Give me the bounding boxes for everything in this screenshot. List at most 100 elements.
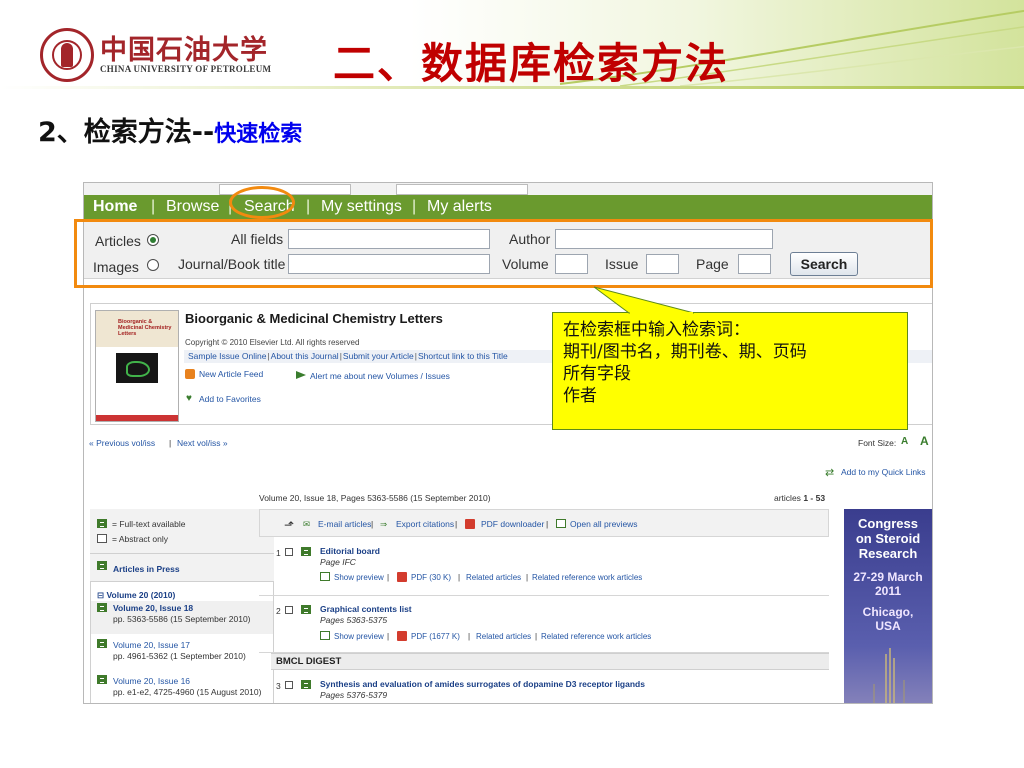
previous-vol-link[interactable]: « Previous vol/iss	[89, 438, 155, 448]
show-preview-link[interactable]: Show preview	[334, 573, 384, 582]
full-text-icon	[97, 675, 107, 684]
related-articles-link[interactable]: Related articles	[466, 573, 521, 582]
add-favorites-link[interactable]: Add to Favorites	[199, 394, 261, 404]
issue-16-link[interactable]: Volume 20, Issue 16	[113, 676, 190, 686]
ad-line: Research	[858, 546, 918, 561]
journal-cover-image[interactable]: Bioorganic & Medicinal Chemistry Letters	[95, 310, 179, 422]
nav-separator: |	[412, 198, 417, 215]
subtitle-highlight: 快速检索	[214, 122, 303, 147]
article-pages: Page IFC	[320, 557, 356, 567]
nav-browse[interactable]: Browse	[166, 198, 219, 216]
full-text-icon	[301, 547, 311, 556]
cover-title: Bioorganic & Medicinal Chemistry Letters	[118, 319, 172, 337]
skyline-graphic	[873, 648, 905, 703]
export-citations-link[interactable]: Export citations	[396, 519, 454, 529]
volume-header[interactable]: ⊟ Volume 20 (2010)	[97, 590, 175, 601]
pdf-icon	[465, 519, 475, 529]
search-tab-highlight	[229, 186, 295, 219]
font-decrease-button[interactable]: A	[901, 436, 908, 447]
toolbar-separator: |	[546, 519, 549, 529]
pdf-downloader-link[interactable]: PDF downloader	[481, 519, 544, 529]
link-about-journal[interactable]: About this Journal	[271, 351, 339, 361]
nav-bar: Home | Browse | Search | My settings | M…	[84, 195, 932, 219]
show-preview-link[interactable]: Show preview	[334, 632, 384, 641]
journal-title[interactable]: Bioorganic & Medicinal Chemistry Letters	[185, 311, 443, 326]
ad-line: Chicago,	[862, 605, 914, 619]
full-text-icon	[97, 639, 107, 648]
articles-range: 1 - 53	[803, 493, 826, 503]
arrow-icon: ⬏	[284, 518, 295, 532]
pdf-link[interactable]: PDF (1677 K)	[411, 632, 460, 641]
toolbar-separator: |	[371, 519, 374, 529]
issue-18-detail: pp. 5363-5586 (15 September 2010)	[113, 614, 251, 624]
callout-line: 作者	[563, 386, 597, 406]
section-header: BMCL DIGEST	[271, 653, 829, 670]
callout-line: 期刊/图书名，期刊卷、期、页码	[563, 342, 807, 362]
pager-separator: |	[169, 438, 172, 448]
nav-my-alerts[interactable]: My alerts	[427, 198, 492, 216]
articles-prefix: articles	[774, 493, 801, 503]
preview-icon	[320, 631, 330, 640]
abstract-icon	[97, 534, 107, 543]
email-icon: ✉	[303, 519, 311, 529]
issue-summary: Volume 20, Issue 18, Pages 5363-5586 (15…	[259, 493, 491, 503]
new-article-feed-link[interactable]: New Article Feed	[199, 369, 263, 379]
issue-16-detail: pp. e1-e2, 4725-4960 (15 August 2010)	[113, 687, 262, 697]
email-articles-link[interactable]: E-mail articles	[318, 519, 371, 529]
alert-volumes-link[interactable]: Alert me about new Volumes / Issues	[310, 371, 450, 381]
issue-17-detail: pp. 4961-5362 (1 September 2010)	[113, 651, 246, 661]
slide-subtitle: 2、检索方法--快速检索	[38, 110, 302, 149]
related-reference-link[interactable]: Related reference work articles	[541, 632, 651, 641]
add-quick-links-link[interactable]: Add to my Quick Links	[841, 467, 926, 477]
search-panel-highlight	[74, 219, 933, 288]
congress-ad-banner[interactable]: Congress on Steroid Research 27-29 March…	[844, 509, 932, 703]
articles-count: articles 1 - 53	[774, 493, 825, 503]
link-shortcut[interactable]: Shortcut link to this Title	[418, 351, 508, 361]
link-sample-issue[interactable]: Sample Issue Online	[188, 351, 266, 361]
full-text-icon	[97, 603, 107, 612]
article-pages: Pages 5363-5375	[320, 615, 388, 625]
annotation-callout: 在检索框中输入检索词： 期刊/图书名，期刊卷、期、页码 所有字段 作者	[552, 312, 908, 430]
subtitle-prefix: 2、检索方法--	[38, 117, 215, 148]
nav-my-settings[interactable]: My settings	[321, 198, 402, 216]
slide-title: 二、数据库检索方法	[333, 39, 730, 88]
legend-abstract: = Abstract only	[112, 534, 168, 544]
article-number: 2	[276, 606, 281, 616]
university-name-en: CHINA UNIVERSITY OF PETROLEUM	[100, 64, 272, 74]
next-vol-link[interactable]: Next vol/iss »	[177, 438, 228, 448]
related-reference-link[interactable]: Related reference work articles	[532, 573, 642, 582]
volume-header-label: Volume 20 (2010)	[106, 590, 176, 600]
article-checkbox[interactable]	[285, 681, 293, 689]
full-text-icon	[301, 605, 311, 614]
full-text-icon	[97, 519, 107, 528]
article-number: 1	[276, 548, 281, 558]
article-checkbox[interactable]	[285, 606, 293, 614]
open-all-previews-link[interactable]: Open all previews	[570, 519, 638, 529]
action-separator: |	[468, 632, 471, 641]
issue-17-link[interactable]: Volume 20, Issue 17	[113, 640, 190, 650]
issue-18-link[interactable]: Volume 20, Issue 18	[113, 603, 193, 613]
nav-home[interactable]: Home	[93, 198, 137, 216]
link-submit-article[interactable]: Submit your Article	[343, 351, 414, 361]
toolbar-separator: |	[455, 519, 458, 529]
collapse-icon: ⊟	[97, 590, 105, 600]
nav-separator: |	[306, 198, 311, 215]
university-name-cn: 中国石油大学	[100, 35, 268, 66]
rss-icon	[185, 369, 195, 379]
ad-line: Congress	[858, 516, 918, 531]
font-size-label: Font Size:	[858, 438, 897, 448]
related-articles-link[interactable]: Related articles	[476, 632, 531, 641]
action-separator: |	[535, 632, 538, 641]
article-title-link[interactable]: Editorial board	[320, 546, 380, 556]
ad-line: 2011	[874, 584, 902, 598]
articles-in-press-link[interactable]: Articles in Press	[113, 564, 180, 574]
callout-line: 在检索框中输入检索词：	[563, 320, 750, 340]
university-seal-icon	[40, 28, 94, 82]
article-title-link[interactable]: Synthesis and evaluation of amides surro…	[320, 679, 645, 689]
font-increase-button[interactable]: A	[920, 434, 929, 448]
ad-line: 27-29 March	[853, 570, 923, 584]
article-checkbox[interactable]	[285, 548, 293, 556]
article-title-link[interactable]: Graphical contents list	[320, 604, 412, 614]
pdf-link[interactable]: PDF (30 K)	[411, 573, 451, 582]
export-icon: ⇒	[380, 519, 388, 529]
